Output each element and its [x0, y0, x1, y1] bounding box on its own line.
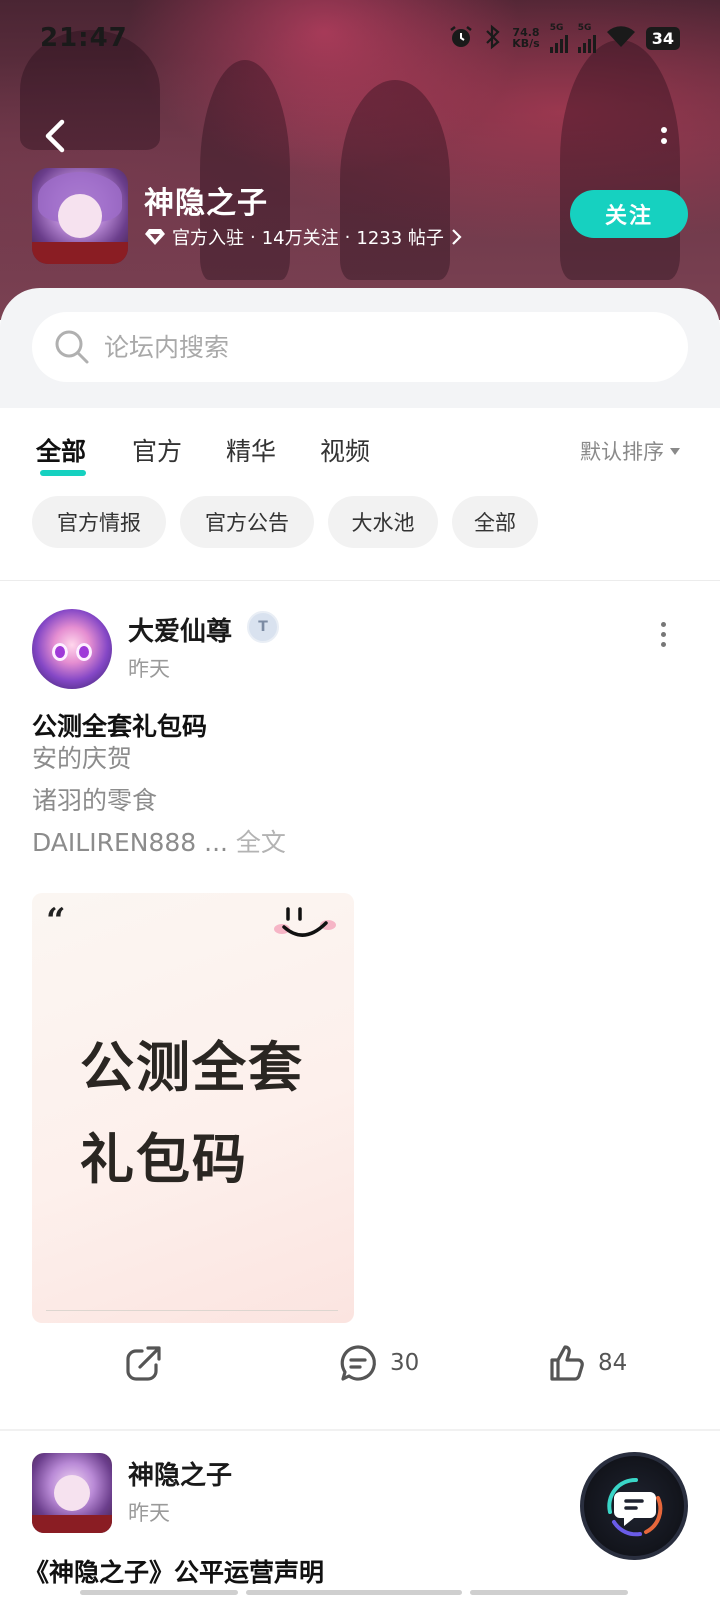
- post-actions: 30 84: [0, 1323, 720, 1403]
- sim1-label: 5G: [549, 22, 564, 33]
- tab-active-indicator: [40, 470, 86, 476]
- quote-mark: “: [46, 901, 66, 941]
- chip-all[interactable]: 全部: [452, 496, 538, 548]
- follow-button[interactable]: 关注: [570, 190, 688, 238]
- status-bar: 21:47 74.8 KB/s 5G 5G 34: [0, 0, 720, 76]
- avatar[interactable]: [32, 1453, 112, 1533]
- wifi-icon: [606, 25, 636, 52]
- comment-button[interactable]: 30: [338, 1323, 419, 1403]
- status-icons: 74.8 KB/s 5G 5G 34: [448, 22, 680, 53]
- create-post-fab[interactable]: [580, 1452, 688, 1560]
- post-excerpt-line: 安的庆贺: [32, 744, 133, 773]
- caret-down-icon: [670, 447, 680, 455]
- chevron-right-icon: [452, 229, 462, 245]
- more-button[interactable]: [652, 120, 676, 150]
- post-excerpt-line: 诸羽的零食: [32, 786, 158, 815]
- gesture-bar: [470, 1590, 628, 1595]
- official-label: 官方入驻: [172, 228, 244, 249]
- posts-count: 1233 帖子: [356, 228, 444, 249]
- sim2-label: 5G: [577, 22, 592, 33]
- bluetooth-icon: [484, 24, 502, 53]
- share-button[interactable]: [124, 1323, 164, 1403]
- like-button[interactable]: 84: [546, 1323, 627, 1403]
- share-icon: [126, 1346, 161, 1381]
- tab-official[interactable]: 官方: [132, 432, 182, 468]
- post-time: 昨天: [128, 657, 170, 681]
- gesture-bar: [246, 1590, 462, 1595]
- signal-icon: 5G: [549, 22, 568, 53]
- post-title[interactable]: 公测全套礼包码: [32, 707, 207, 743]
- post-card[interactable]: 大爱仙尊 T 昨天 公测全套礼包码 安的庆贺 诸羽的零食 DAILIREN888…: [0, 581, 720, 1429]
- chip-official-notice[interactable]: 官方公告: [180, 496, 314, 548]
- net-speed: 74.8 KB/s: [512, 27, 539, 49]
- chat-bubble-icon: [607, 1477, 663, 1537]
- comment-icon: [340, 1345, 376, 1381]
- search-input[interactable]: [104, 332, 664, 362]
- forum-meta[interactable]: 官方入驻 · 14万关注 · 1233 帖子: [144, 224, 462, 250]
- image-text-line: 礼包码: [80, 1127, 248, 1191]
- more-vertical-icon: [660, 621, 666, 627]
- post-image[interactable]: “ 公测全套 礼包码: [32, 893, 354, 1323]
- tab-featured[interactable]: 精华: [226, 432, 276, 468]
- forum-avatar[interactable]: [32, 168, 128, 264]
- sort-dropdown[interactable]: 默认排序: [580, 436, 680, 466]
- status-time: 21:47: [40, 23, 128, 53]
- post-time: 昨天: [128, 1501, 170, 1525]
- back-button[interactable]: [36, 116, 76, 156]
- more-vertical-icon: [661, 126, 667, 133]
- author-name[interactable]: 大爱仙尊: [128, 611, 232, 648]
- tab-bar: 全部 官方 精华 视频 默认排序: [0, 408, 720, 488]
- tab-video[interactable]: 视频: [320, 432, 370, 468]
- alarm-icon: [448, 24, 474, 53]
- image-text-line: 公测全套: [80, 1035, 304, 1099]
- like-count: 84: [598, 1350, 628, 1376]
- net-speed-unit: KB/s: [512, 37, 540, 50]
- chevron-left-icon: [45, 119, 65, 153]
- chip-official-news[interactable]: 官方情报: [32, 496, 166, 548]
- search-box[interactable]: [32, 312, 688, 382]
- post-more-button[interactable]: [658, 619, 668, 649]
- search-sheet: [0, 288, 720, 408]
- filter-chips: 官方情报 官方公告 大水池 全部: [0, 488, 720, 580]
- full-text-link[interactable]: 全文: [236, 828, 286, 857]
- gesture-bar: [80, 1590, 238, 1595]
- forum-header: 神隐之子 官方入驻 · 14万关注 · 1233 帖子 关注: [32, 168, 688, 264]
- post-excerpt-line: DAILIREN888 ... 全文: [32, 828, 286, 857]
- chip-water-pool[interactable]: 大水池: [328, 496, 438, 548]
- followers-count: 14万关注: [261, 228, 339, 249]
- signal-icon: 5G: [577, 22, 596, 53]
- battery-icon: 34: [645, 26, 680, 50]
- nav-bar: [0, 110, 720, 160]
- avatar[interactable]: [32, 609, 112, 689]
- user-level-badge: T: [247, 611, 279, 643]
- thumbs-up-icon: [550, 1345, 584, 1381]
- sort-label: 默认排序: [580, 440, 664, 464]
- author-name[interactable]: 神隐之子: [128, 1455, 232, 1492]
- search-icon: [55, 330, 89, 364]
- diamond-icon: [145, 229, 165, 245]
- tab-all[interactable]: 全部: [36, 432, 86, 468]
- smiley-icon: [274, 907, 336, 937]
- comment-count: 30: [390, 1350, 420, 1376]
- post-title[interactable]: 《神隐之子》公平运营声明: [24, 1553, 324, 1589]
- forum-name: 神隐之子: [144, 186, 268, 221]
